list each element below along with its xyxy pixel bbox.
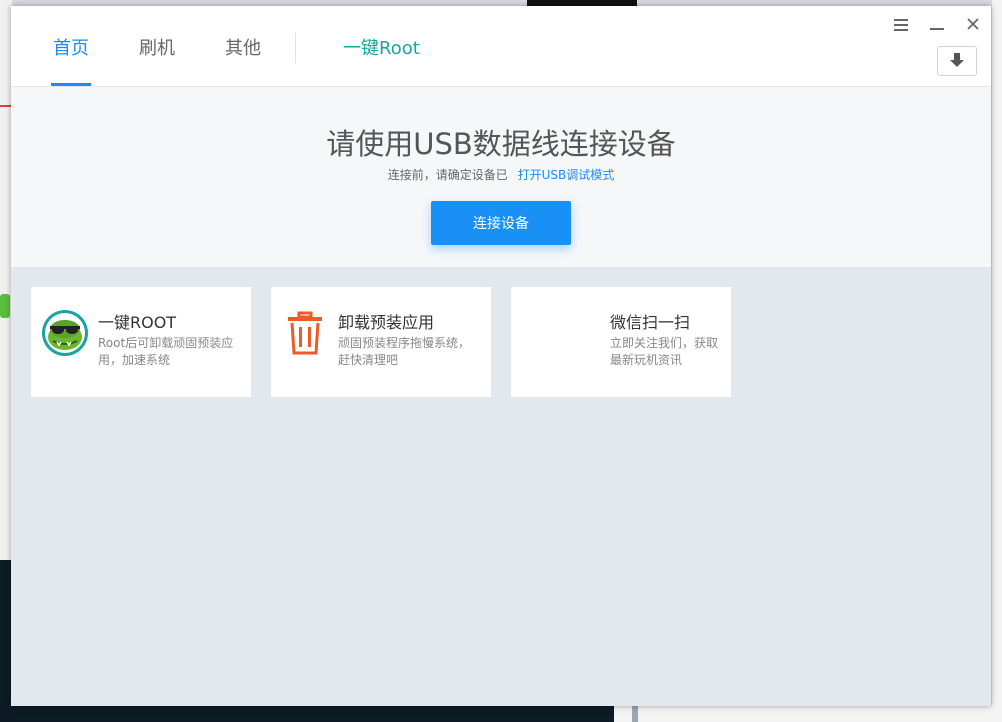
background-terminal-bottom <box>0 706 614 722</box>
background-window-right <box>992 0 1002 722</box>
connect-device-button[interactable]: 连接设备 <box>431 201 571 245</box>
tab-divider <box>295 33 296 63</box>
card-title: 一键ROOT <box>98 313 177 332</box>
card-title: 卸载预装应用 <box>338 313 435 332</box>
tab-flash[interactable]: 刷机 <box>139 34 175 60</box>
menu-icon[interactable] <box>891 16 911 36</box>
card-description: 立即关注我们，获取最新玩机资讯 <box>610 336 719 367</box>
tab-one-click-root[interactable]: 一键Root <box>343 34 420 60</box>
background-scrollbar <box>632 706 638 722</box>
card-wechat-scan[interactable]: 微信扫一扫 立即关注我们，获取最新玩机资讯 <box>511 287 731 397</box>
download-button[interactable] <box>937 46 977 76</box>
active-tab-indicator <box>51 83 91 86</box>
connect-device-panel: 请使用USB数据线连接设备 连接前，请确定设备已 打开USB调试模式 连接设备 <box>11 87 991 267</box>
close-icon[interactable] <box>963 16 983 36</box>
app-window: 首页 刷机 其他 一键Root 请使用USB数据线连接设备 连接前，请确定设备已… <box>11 6 991 706</box>
card-description: 顽固预装程序拖慢系统，赶快清理吧 <box>338 336 471 367</box>
card-title: 微信扫一扫 <box>610 313 691 332</box>
top-navigation-bar: 首页 刷机 其他 一键Root <box>11 6 991 87</box>
download-arrow-icon <box>950 53 964 67</box>
page-title: 请使用USB数据线连接设备 <box>326 127 676 161</box>
tab-other[interactable]: 其他 <box>225 34 261 60</box>
card-one-click-root[interactable]: 一键ROOT Root后可卸载顽固预装应用，加速系统 <box>31 287 251 397</box>
background-window-bottom <box>614 706 1002 722</box>
minimize-icon[interactable] <box>927 16 947 36</box>
connect-hint-text: 连接前，请确定设备已 <box>387 168 508 182</box>
tab-home[interactable]: 首页 <box>53 34 89 60</box>
card-uninstall-preinstalled[interactable]: 卸载预装应用 顽固预装程序拖慢系统，赶快清理吧 <box>271 287 491 397</box>
croc-sunglasses-icon <box>42 310 88 356</box>
card-description: Root后可卸载顽固预装应用，加速系统 <box>98 336 234 367</box>
background-check-icon <box>0 294 10 318</box>
connect-hint: 连接前，请确定设备已 打开USB调试模式 <box>11 166 991 183</box>
usb-debug-link[interactable]: 打开USB调试模式 <box>518 168 615 182</box>
trash-icon <box>288 311 322 355</box>
